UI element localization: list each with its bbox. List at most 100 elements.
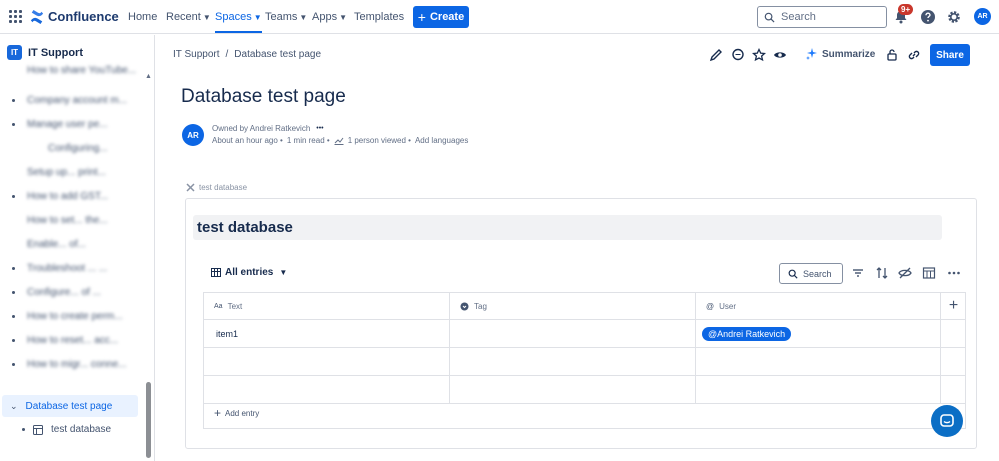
- sidebar-item[interactable]: Company account m...: [12, 95, 127, 106]
- chat-icon: [940, 414, 954, 427]
- sidebar-item-label: Configuring...: [48, 143, 108, 154]
- edit-pencil-icon[interactable]: [709, 48, 723, 62]
- table-cell: [941, 376, 966, 404]
- table-cell: [941, 320, 966, 348]
- sidebar-item[interactable]: How to migr... conne...: [12, 359, 127, 370]
- sort-icon[interactable]: [875, 266, 889, 280]
- table-cell[interactable]: [204, 348, 450, 376]
- nav-home[interactable]: Home: [128, 11, 157, 23]
- analytics-chart-icon: [334, 137, 344, 145]
- sidebar-item-test-database[interactable]: test database: [22, 424, 111, 435]
- page-views[interactable]: 1 person viewed •: [348, 136, 411, 145]
- table-cell[interactable]: @Andrei Ratkevich: [696, 320, 941, 348]
- database-search-input[interactable]: Search: [779, 263, 843, 284]
- nav-teams[interactable]: Teams ▼: [265, 11, 307, 23]
- database-title-text: test database: [197, 219, 293, 236]
- sidebar-item[interactable]: Setup up... print...: [12, 167, 106, 178]
- nav-spaces[interactable]: Spaces ▼: [215, 11, 262, 33]
- add-entry-button[interactable]: + Add entry: [214, 406, 259, 420]
- sidebar-item[interactable]: Troubleshoot ... ...: [12, 263, 107, 274]
- filter-icon[interactable]: [851, 266, 865, 280]
- table-cell[interactable]: [696, 348, 941, 376]
- nav-apps[interactable]: Apps ▼: [312, 11, 347, 23]
- chevron-down-icon: ▼: [339, 12, 347, 22]
- sidebar-item[interactable]: Configuring...: [12, 143, 107, 154]
- column-header-text[interactable]: Aa Text: [204, 293, 450, 320]
- author-avatar[interactable]: AR: [182, 124, 204, 146]
- sidebar-item[interactable]: How to create perm...: [12, 311, 123, 322]
- help-icon[interactable]: [920, 9, 936, 25]
- space-header[interactable]: IT IT Support: [7, 45, 83, 60]
- summarize-label: Summarize: [822, 48, 876, 60]
- app-switcher-icon[interactable]: [9, 10, 22, 23]
- sidebar-scrollbar[interactable]: [146, 382, 151, 458]
- owned-by-text[interactable]: Owned by Andrei Ratkevich: [212, 124, 310, 133]
- sparkle-icon: [806, 48, 817, 60]
- table-settings-icon[interactable]: [922, 266, 936, 280]
- star-icon[interactable]: [752, 48, 766, 62]
- bullet-icon: [12, 315, 15, 318]
- nav-templates-label: Templates: [354, 11, 405, 23]
- column-header-user[interactable]: @ User: [696, 293, 941, 320]
- table-cell[interactable]: [204, 376, 450, 404]
- database-link[interactable]: test database: [186, 183, 247, 192]
- create-label: Create: [429, 11, 465, 23]
- table-cell[interactable]: [450, 320, 696, 348]
- breadcrumb-page-link[interactable]: Database test page: [234, 49, 321, 60]
- summarize-button[interactable]: Summarize: [806, 48, 875, 60]
- table-cell: [941, 348, 966, 376]
- sidebar-item[interactable]: How to add GST...: [12, 191, 108, 202]
- hide-fields-eye-icon[interactable]: [898, 266, 912, 280]
- sidebar-item[interactable]: Manage user pe...: [12, 119, 108, 130]
- view-selector[interactable]: All entries ▼: [211, 267, 287, 278]
- more-actions-icon[interactable]: •••: [316, 125, 323, 132]
- search-placeholder: Search: [781, 11, 816, 23]
- bullet-icon: [12, 363, 15, 366]
- sidebar-item[interactable]: Configure... of ...: [12, 287, 101, 298]
- watch-eye-icon[interactable]: [773, 48, 787, 62]
- create-button[interactable]: + Create: [413, 6, 469, 28]
- chevron-down-icon[interactable]: ⌄: [10, 401, 18, 412]
- copy-link-icon[interactable]: [907, 48, 921, 62]
- confluence-logo[interactable]: Confluence: [30, 9, 119, 24]
- breadcrumb-space-link[interactable]: IT Support: [173, 49, 220, 60]
- add-languages-link[interactable]: Add languages: [415, 136, 468, 145]
- space-icon: IT: [7, 45, 22, 60]
- restrictions-lock-icon[interactable]: [885, 48, 899, 62]
- table-cell[interactable]: [696, 376, 941, 404]
- column-header-tag[interactable]: Tag: [450, 293, 696, 320]
- user-mention[interactable]: @Andrei Ratkevich: [702, 326, 792, 341]
- settings-gear-icon[interactable]: [946, 9, 962, 25]
- nav-templates[interactable]: Templates: [354, 11, 404, 23]
- plus-icon: +: [417, 9, 426, 25]
- comment-icon[interactable]: [731, 48, 745, 62]
- sidebar-item-database-test-page[interactable]: ⌄ Database test page: [2, 395, 138, 417]
- table-cell[interactable]: [450, 348, 696, 376]
- tag-icon: [460, 302, 469, 310]
- sidebar-item[interactable]: How to share YouTube...: [12, 65, 136, 76]
- help-chat-button[interactable]: [931, 405, 963, 437]
- more-options-icon[interactable]: [947, 266, 961, 280]
- sidebar: IT IT Support How to share YouTube... Co…: [0, 35, 155, 461]
- bullet-icon: [12, 267, 15, 270]
- database-title[interactable]: test database: [193, 215, 942, 240]
- add-column-button[interactable]: +: [941, 293, 966, 320]
- scroll-up-icon[interactable]: ▲: [145, 73, 152, 80]
- bullet-icon: [22, 428, 25, 431]
- column-header-label: Tag: [474, 301, 487, 311]
- user-avatar[interactable]: AR: [974, 8, 991, 25]
- sidebar-item[interactable]: Enable... of...: [12, 239, 86, 250]
- chevron-down-icon: ▼: [253, 12, 262, 22]
- sidebar-item-label: How to create perm...: [27, 311, 123, 322]
- sidebar-item[interactable]: How to reset... acc...: [12, 335, 118, 346]
- sidebar-item-label: Database test page: [25, 400, 113, 412]
- table-cell[interactable]: [450, 376, 696, 404]
- share-button[interactable]: Share: [930, 44, 970, 66]
- nav-recent[interactable]: Recent ▼: [166, 11, 211, 23]
- database-link-icon: [186, 183, 195, 192]
- search-input[interactable]: Search: [757, 6, 887, 28]
- table-cell[interactable]: item1: [204, 320, 450, 348]
- sidebar-item-label: How to reset... acc...: [27, 335, 119, 346]
- sidebar-item[interactable]: How to set... the...: [12, 215, 108, 226]
- database-table: Aa Text Tag @ User + item1 @Andrei Ratke…: [203, 292, 966, 429]
